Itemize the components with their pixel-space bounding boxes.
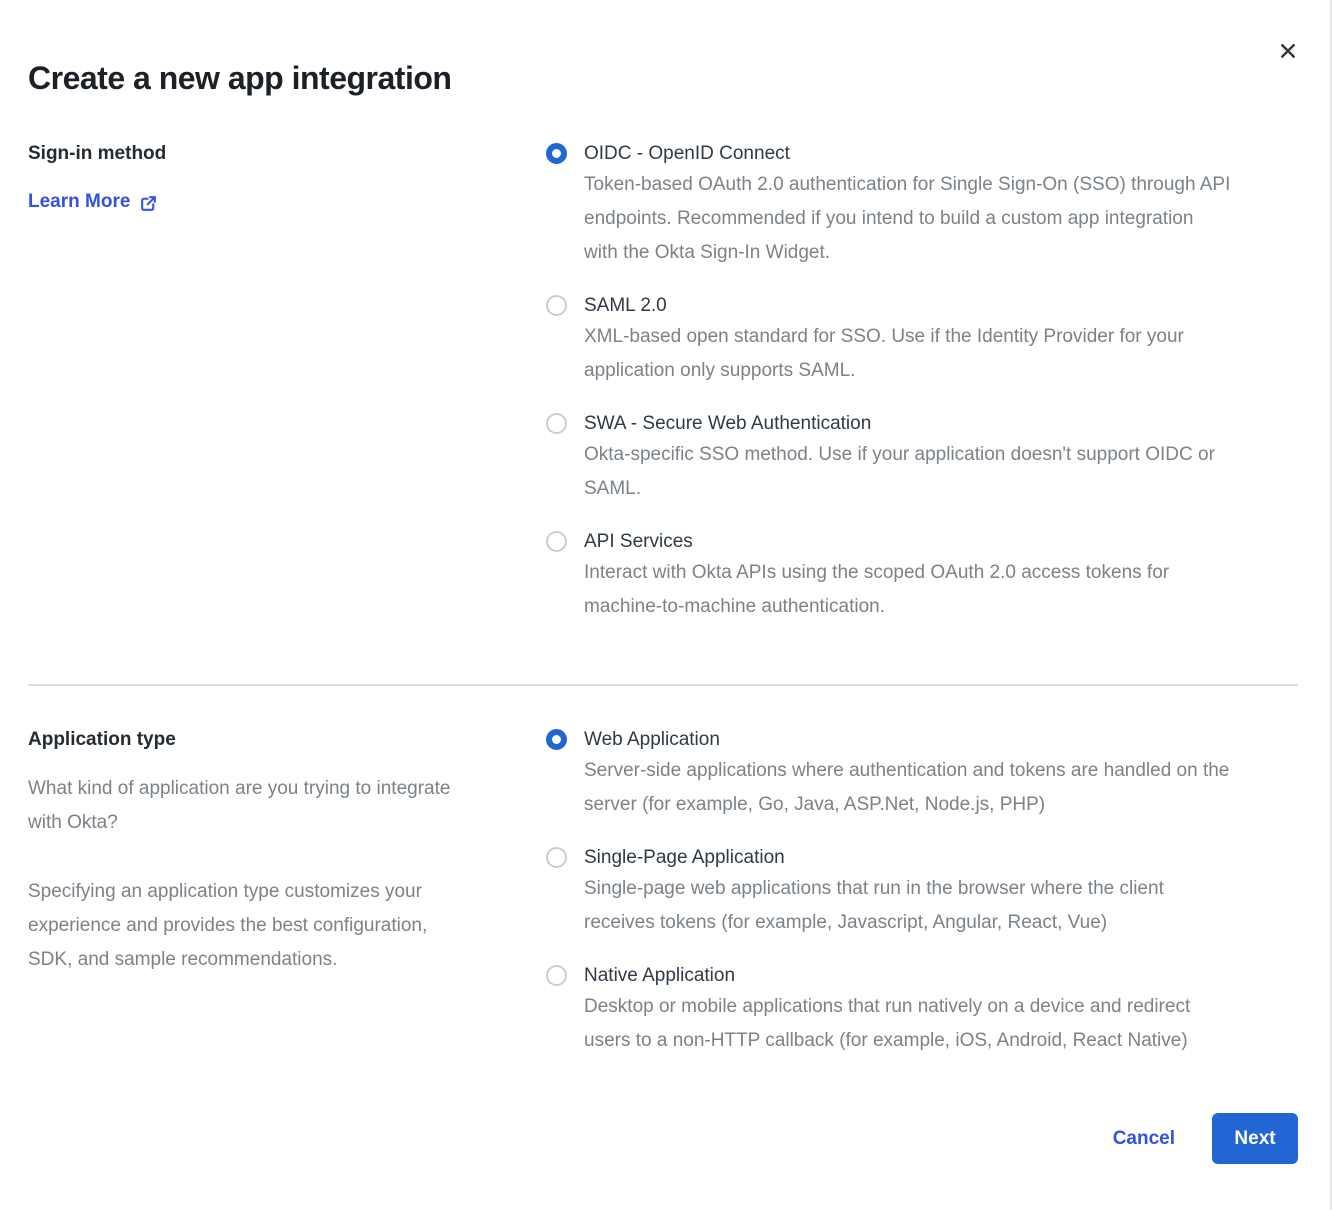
create-app-integration-dialog: ✕ Create a new app integration Sign-in m…: [0, 0, 1332, 1210]
learn-more-link[interactable]: Learn More: [28, 188, 158, 216]
radio-option-saml[interactable]: SAML 2.0 XML-based open standard for SSO…: [546, 292, 1304, 388]
option-description: Interact with Okta APIs using the scoped…: [584, 556, 1319, 624]
option-description: Token-based OAuth 2.0 authentication for…: [584, 168, 1319, 270]
radio-option-single-page-application[interactable]: Single-Page Application Single-page web …: [546, 844, 1304, 940]
dialog-title: Create a new app integration: [28, 58, 451, 98]
radio-selected-icon[interactable]: [546, 729, 567, 750]
radio-option-native-application[interactable]: Native Application Desktop or mobile app…: [546, 962, 1304, 1058]
radio-option-api-services[interactable]: API Services Interact with Okta APIs usi…: [546, 528, 1304, 624]
radio-unselected-icon[interactable]: [546, 413, 567, 434]
option-description: Single-page web applications that run in…: [584, 872, 1319, 940]
signin-method-section: Sign-in method Learn More OIDC - OpenID …: [28, 140, 1304, 646]
learn-more-label: Learn More: [28, 188, 130, 216]
option-description: XML-based open standard for SSO. Use if …: [584, 320, 1319, 388]
radio-option-web-application[interactable]: Web Application Server-side applications…: [546, 726, 1304, 822]
option-label: API Services: [584, 528, 1319, 556]
application-type-heading: Application type: [28, 726, 546, 754]
application-type-section: Application type What kind of applicatio…: [28, 726, 1304, 1080]
radio-option-oidc[interactable]: OIDC - OpenID Connect Token-based OAuth …: [546, 140, 1304, 270]
close-icon[interactable]: ✕: [1270, 36, 1306, 68]
option-label: Web Application: [584, 726, 1319, 754]
option-label: SAML 2.0: [584, 292, 1319, 320]
application-type-explainer: Specifying an application type customize…: [28, 875, 546, 977]
option-label: SWA - Secure Web Authentication: [584, 410, 1319, 438]
option-label: OIDC - OpenID Connect: [584, 140, 1319, 168]
radio-unselected-icon[interactable]: [546, 295, 567, 316]
next-button[interactable]: Next: [1212, 1113, 1298, 1164]
signin-method-heading: Sign-in method: [28, 140, 546, 168]
option-label: Single-Page Application: [584, 844, 1319, 872]
external-link-icon: [139, 192, 158, 213]
radio-unselected-icon[interactable]: [546, 847, 567, 868]
option-description: Desktop or mobile applications that run …: [584, 990, 1319, 1058]
radio-unselected-icon[interactable]: [546, 965, 567, 986]
option-description: Server-side applications where authentic…: [584, 754, 1319, 822]
radio-selected-icon[interactable]: [546, 143, 567, 164]
dialog-footer: Cancel Next: [1113, 1113, 1298, 1164]
application-type-question: What kind of application are you trying …: [28, 772, 546, 840]
radio-option-swa[interactable]: SWA - Secure Web Authentication Okta-spe…: [546, 410, 1304, 506]
section-divider: [28, 684, 1298, 686]
option-description: Okta-specific SSO method. Use if your ap…: [584, 438, 1319, 506]
radio-unselected-icon[interactable]: [546, 531, 567, 552]
option-label: Native Application: [584, 962, 1319, 990]
cancel-button[interactable]: Cancel: [1113, 1128, 1175, 1150]
